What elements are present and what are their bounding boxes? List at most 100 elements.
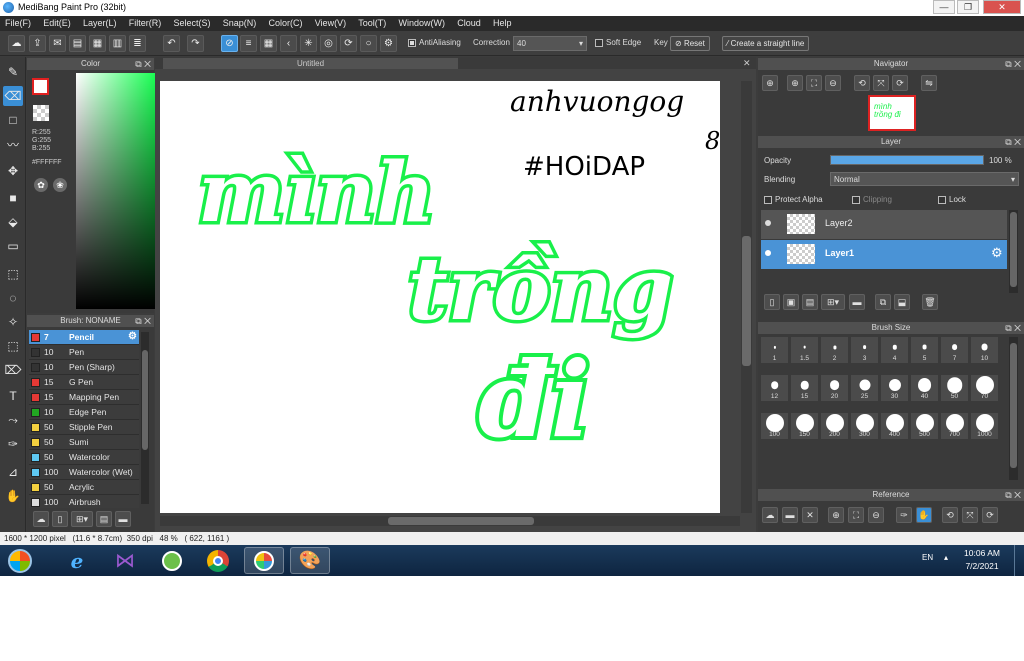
panel-controls-icon[interactable]: ⧉ ✕: [1005, 58, 1021, 70]
brush-settings-gear-icon[interactable]: ⚙: [128, 330, 137, 344]
duplicate-layer-icon[interactable]: ⧉: [875, 294, 891, 310]
brush-size-button[interactable]: 20: [820, 374, 849, 402]
reset-button[interactable]: ⊘ Reset: [670, 36, 710, 51]
brush-size-button[interactable]: 7: [940, 336, 969, 364]
select-pen-icon[interactable]: ⬚: [3, 336, 23, 356]
panel-controls-icon[interactable]: ⧉ ✕: [1005, 322, 1021, 334]
visibility-eye-icon[interactable]: [765, 250, 771, 256]
bucket-tool-icon[interactable]: ⬙: [3, 212, 23, 232]
layer-scrollbar[interactable]: [1009, 210, 1018, 293]
brush-size-button[interactable]: 15: [790, 374, 819, 402]
chat-icon[interactable]: ▤: [69, 35, 86, 52]
menu-select[interactable]: Select(S): [168, 16, 215, 31]
brush-size-button[interactable]: 1.5: [790, 336, 819, 364]
brush-item[interactable]: 50 Sumi: [29, 435, 139, 450]
correction-select[interactable]: 40 ▾: [513, 36, 587, 51]
chrome-icon[interactable]: [198, 547, 238, 574]
zoom-in-icon[interactable]: ⊕: [828, 507, 844, 523]
circle-snap-icon[interactable]: ○: [360, 35, 377, 52]
document-icon[interactable]: ▦: [89, 35, 106, 52]
upload-icon[interactable]: ⇪: [29, 35, 46, 52]
brush-size-scrollbar[interactable]: [1009, 337, 1018, 480]
brush-size-button[interactable]: 3: [850, 336, 879, 364]
rotate-left-icon[interactable]: ⟲: [942, 507, 958, 523]
clipping-toggle[interactable]: Clipping: [852, 195, 892, 204]
merge-layer-icon[interactable]: ⬓: [894, 294, 910, 310]
restore-button[interactable]: ❐: [957, 0, 979, 14]
menu-help[interactable]: Help: [488, 16, 517, 31]
layer-row-selected[interactable]: Layer1 ⚙: [761, 240, 1007, 269]
layer-row[interactable]: Layer2: [761, 210, 1007, 239]
snap-off-icon[interactable]: ⊘: [221, 35, 238, 52]
panel-controls-icon[interactable]: ⧉ ✕: [135, 315, 151, 327]
canvas-horizontal-scrollbar[interactable]: [160, 516, 740, 526]
new-layer-icon[interactable]: ▯: [764, 294, 780, 310]
dropper-icon[interactable]: ✑: [896, 507, 912, 523]
list-doc-icon[interactable]: ≣: [129, 35, 146, 52]
new-halftone-layer-icon[interactable]: ▣: [783, 294, 799, 310]
concentric-snap-icon[interactable]: ◎: [320, 35, 337, 52]
move-tool-icon[interactable]: ✥: [3, 161, 23, 181]
fit-window-icon[interactable]: ⛶: [848, 507, 864, 523]
protect-alpha-toggle[interactable]: Protect Alpha: [764, 195, 823, 204]
lock-toggle[interactable]: Lock: [938, 195, 966, 204]
parallel-snap-icon[interactable]: ≡: [240, 35, 257, 52]
open-image-icon[interactable]: ▬: [782, 507, 798, 523]
brush-settings-icon[interactable]: ▤: [96, 511, 112, 527]
zoom-in-icon[interactable]: ⊕: [787, 75, 803, 91]
transparent-color-swatch[interactable]: [33, 105, 49, 121]
magic-wand-icon[interactable]: ✧: [3, 312, 23, 332]
zoom-out-icon[interactable]: ⊖: [825, 75, 841, 91]
visual-studio-icon[interactable]: ⋈: [105, 547, 145, 574]
select-rect-icon[interactable]: ⬚: [3, 264, 23, 284]
brush-size-button[interactable]: 12: [760, 374, 789, 402]
menu-view[interactable]: View(V): [310, 16, 351, 31]
cloud-icon[interactable]: ☁: [8, 35, 25, 52]
canvas-tab[interactable]: Untitled: [163, 58, 458, 69]
minimize-button[interactable]: —: [933, 0, 955, 14]
eyedropper-icon[interactable]: ⊿: [3, 462, 23, 482]
brush-item[interactable]: 10 Pen: [29, 345, 139, 360]
new-8bit-layer-icon[interactable]: ▤: [802, 294, 818, 310]
dot-tool-icon[interactable]: □: [3, 110, 23, 130]
saturation-value-picker[interactable]: [76, 73, 164, 309]
brush-list-scrollbar[interactable]: [141, 332, 149, 504]
grid-doc-icon[interactable]: ▥: [109, 35, 126, 52]
brush-size-button[interactable]: 1: [760, 336, 789, 364]
brush-size-button[interactable]: 10: [970, 336, 999, 364]
opacity-slider[interactable]: [830, 155, 984, 165]
text-tool-icon[interactable]: T: [3, 386, 23, 406]
lasso-tool-icon[interactable]: ◌: [3, 288, 23, 308]
brush-size-button[interactable]: 40: [910, 374, 939, 402]
add-layer-menu-icon[interactable]: ⊞▾: [821, 294, 845, 310]
brush-item[interactable]: 50 Acrylic: [29, 480, 139, 495]
menu-layer[interactable]: Layer(L): [78, 16, 122, 31]
brush-item[interactable]: 15 G Pen: [29, 375, 139, 390]
rotate-reset-icon[interactable]: ⤧: [962, 507, 978, 523]
brush-size-button[interactable]: 30: [880, 374, 909, 402]
hand-tool-icon[interactable]: ✋: [3, 486, 23, 506]
brush-size-button[interactable]: 200: [820, 412, 849, 440]
panel-controls-icon[interactable]: ⧉ ✕: [1005, 136, 1021, 148]
brush-size-button[interactable]: 700: [940, 412, 969, 440]
layer-folder-icon[interactable]: ▬: [849, 294, 865, 310]
panel-controls-icon[interactable]: ⧉ ✕: [135, 58, 151, 70]
straight-line-button[interactable]: ⁄ Create a straight line: [722, 36, 810, 51]
brush-item[interactable]: 10 Pen (Sharp): [29, 360, 139, 375]
brush-item[interactable]: 50 Watercolor: [29, 450, 139, 465]
brush-size-button[interactable]: 100: [760, 412, 789, 440]
redo-icon[interactable]: ↷: [187, 35, 204, 52]
brush-item[interactable]: 15 Mapping Pen: [29, 390, 139, 405]
brush-item[interactable]: 100 Airbrush: [29, 495, 139, 508]
close-reference-icon[interactable]: ✕: [802, 507, 818, 523]
menu-file[interactable]: File(F): [0, 16, 36, 31]
brush-size-button[interactable]: 25: [850, 374, 879, 402]
new-brush-icon[interactable]: ▯: [52, 511, 68, 527]
brush-size-button[interactable]: 5: [910, 336, 939, 364]
blending-select[interactable]: Normal ▾: [830, 172, 1019, 186]
comment-icon[interactable]: ✉: [49, 35, 66, 52]
dropper-tool-icon[interactable]: ✑: [3, 434, 23, 454]
blur-tool-icon[interactable]: 〰: [3, 134, 23, 154]
select-eraser-icon[interactable]: ⌦: [3, 360, 23, 380]
hand-icon[interactable]: ✋: [916, 507, 932, 523]
